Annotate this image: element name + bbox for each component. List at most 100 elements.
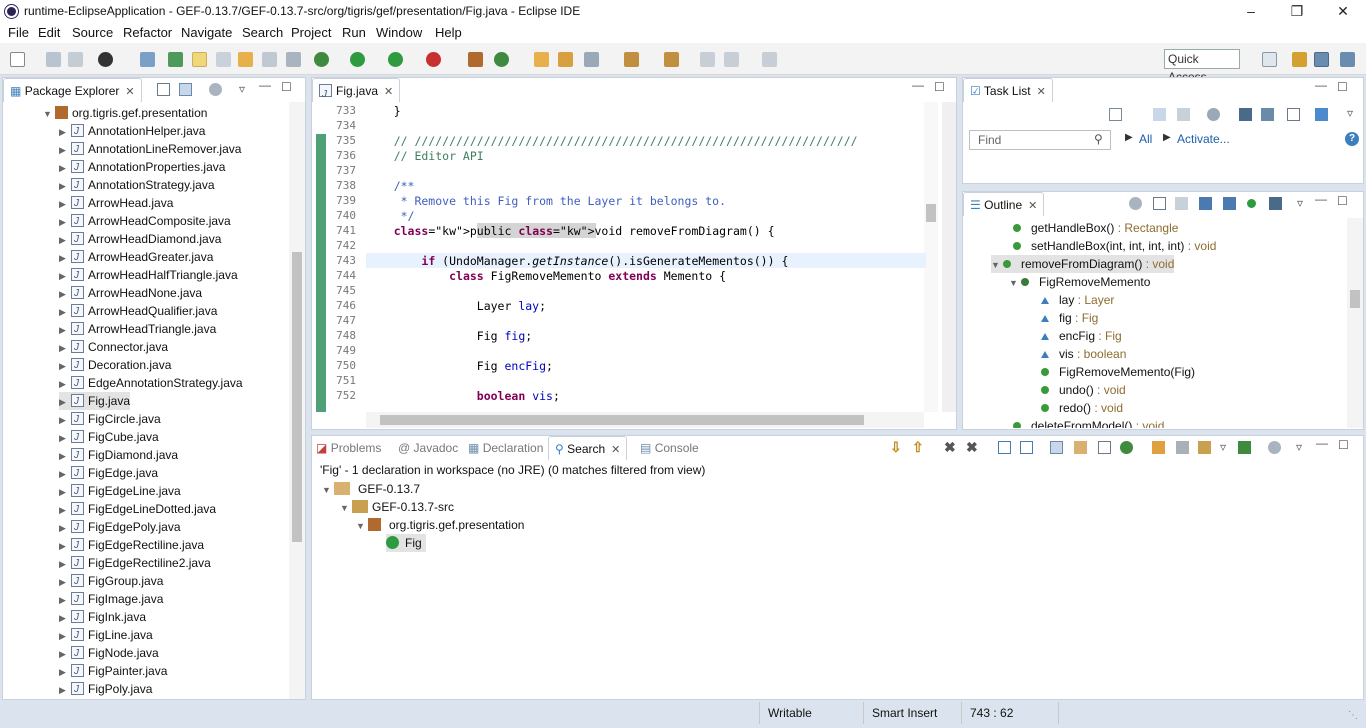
tab-fig-java[interactable]: Fig.java✕ xyxy=(312,78,401,107)
word-wrap-icon[interactable] xyxy=(238,52,253,67)
vertical-scrollbar[interactable] xyxy=(924,102,938,412)
menu-refactor[interactable]: Refactor xyxy=(123,25,172,40)
open-type-icon[interactable] xyxy=(534,52,549,67)
file-item[interactable]: ▶FigImage.java xyxy=(59,590,163,609)
outline-item[interactable]: fig : Fig xyxy=(1041,309,1098,327)
file-item[interactable]: ▶Connector.java xyxy=(59,338,168,357)
scrollbar-thumb[interactable] xyxy=(380,415,864,425)
tab-outline[interactable]: ☰ Outline ✕ xyxy=(963,192,1045,216)
maximize-view-icon[interactable]: ☐ xyxy=(281,80,292,94)
chevron-down-icon[interactable]: ▿ xyxy=(1220,440,1226,454)
search-result-class[interactable]: Fig xyxy=(386,534,426,552)
mark-occurrences-icon[interactable] xyxy=(192,52,207,67)
view-menu-icon[interactable]: ▿ xyxy=(1297,196,1303,210)
show-as-tree-icon[interactable] xyxy=(1050,441,1063,454)
outline-item[interactable]: ▼ FigRemoveMemento xyxy=(1009,273,1150,291)
minimize-view-icon[interactable]: — xyxy=(1315,78,1327,92)
view-menu-icon[interactable]: ▿ xyxy=(1347,106,1353,120)
minimize-view-icon[interactable]: — xyxy=(1316,436,1328,450)
pin-icon[interactable] xyxy=(1238,441,1251,454)
new-class-icon[interactable] xyxy=(494,52,509,67)
outline-item[interactable]: redo() : void xyxy=(1041,399,1123,417)
vertical-scrollbar[interactable] xyxy=(1347,218,1363,428)
tab-package-explorer[interactable]: ▦ Package Explorer ✕ xyxy=(3,78,142,102)
file-item[interactable]: ▶ArrowHeadHalfTriangle.java xyxy=(59,266,238,285)
tab-task-list[interactable]: ☑ Task List ✕ xyxy=(963,78,1053,102)
menu-source[interactable]: Source xyxy=(72,25,113,40)
file-item[interactable]: ▶FigEdgeRectiline.java xyxy=(59,536,204,555)
help-icon[interactable]: ? xyxy=(1345,132,1359,146)
outline-item[interactable]: encFig : Fig xyxy=(1041,327,1122,345)
group-by-type-icon[interactable] xyxy=(1120,441,1133,454)
find-input[interactable]: Find ⚲ xyxy=(969,130,1111,150)
filter-icon[interactable] xyxy=(209,83,222,96)
maximize-view-icon[interactable]: ☐ xyxy=(934,80,945,94)
focus-icon[interactable] xyxy=(1129,197,1142,210)
file-item[interactable]: ▶FigEdgePoly.java xyxy=(59,518,181,537)
file-item[interactable]: ▶FigEdgeLineDotted.java xyxy=(59,500,216,519)
debug-perspective-icon[interactable] xyxy=(1314,52,1329,67)
file-item[interactable]: ▶ArrowHeadTriangle.java xyxy=(59,320,216,339)
link-editor-icon[interactable] xyxy=(179,83,192,96)
last-edit-icon[interactable] xyxy=(700,52,715,67)
expand-all-icon[interactable] xyxy=(998,441,1011,454)
git-perspective-icon[interactable] xyxy=(1340,52,1355,67)
file-item[interactable]: ▶ArrowHeadQualifier.java xyxy=(59,302,217,321)
menu-navigate[interactable]: Navigate xyxy=(181,25,232,40)
sync-icon[interactable] xyxy=(1315,108,1328,121)
outline-item[interactable]: FigRemoveMemento(Fig) xyxy=(1041,363,1195,381)
tab-console[interactable]: ▤ Console xyxy=(640,436,699,460)
cancel-search-icon[interactable] xyxy=(1176,441,1189,454)
java-perspective-icon[interactable] xyxy=(1292,52,1307,67)
close-button[interactable]: ✕ xyxy=(1320,0,1366,22)
categorized-icon[interactable] xyxy=(1153,108,1166,121)
new-icon[interactable] xyxy=(10,52,25,67)
file-item[interactable]: ▶FigNode.java xyxy=(59,644,159,663)
forward-icon[interactable] xyxy=(762,52,777,67)
maximize-view-icon[interactable]: ☐ xyxy=(1337,80,1348,94)
outline-item[interactable]: undo() : void xyxy=(1041,381,1126,399)
all-link[interactable]: All xyxy=(1139,132,1152,146)
menu-run[interactable]: Run xyxy=(342,25,366,40)
new-java-package-icon[interactable] xyxy=(468,52,483,67)
pilcrow-icon[interactable] xyxy=(286,52,301,67)
file-item[interactable]: ▶Fig.java xyxy=(59,392,131,411)
hide-fields-icon[interactable] xyxy=(1199,197,1212,210)
horizontal-scrollbar[interactable] xyxy=(366,412,924,428)
scrollbar-thumb[interactable] xyxy=(292,252,302,542)
restore-button[interactable]: ❐ xyxy=(1274,0,1320,22)
collapse-all-icon[interactable] xyxy=(1153,197,1166,210)
scheduled-icon[interactable] xyxy=(1177,108,1190,121)
minimize-view-icon[interactable]: — xyxy=(912,78,924,92)
tab-javadoc[interactable]: @ Javadoc xyxy=(398,436,458,460)
outline-item[interactable]: ▼ removeFromDiagram() : void xyxy=(991,255,1175,273)
minimize-view-icon[interactable]: — xyxy=(259,78,271,92)
file-item[interactable]: ▶FigInk.java xyxy=(59,608,146,627)
outline-item[interactable]: lay : Layer xyxy=(1041,291,1114,309)
focus-icon[interactable] xyxy=(1207,108,1220,121)
group-by-file-icon[interactable] xyxy=(1098,441,1111,454)
file-item[interactable]: ▶AnnotationHelper.java xyxy=(59,122,205,141)
close-icon[interactable]: ✕ xyxy=(1037,86,1046,98)
scrollbar-thumb[interactable] xyxy=(1350,290,1360,308)
group-by-package-icon[interactable] xyxy=(1074,441,1087,454)
view-menu-icon[interactable]: ▿ xyxy=(1296,440,1302,454)
remove-all-icon[interactable]: ✖ xyxy=(966,440,979,454)
profile-icon[interactable] xyxy=(98,52,113,67)
file-item[interactable]: ▶ArrowHeadNone.java xyxy=(59,284,202,303)
quick-access-field[interactable]: Quick Access xyxy=(1164,49,1240,84)
view-menu-icon[interactable]: ▿ xyxy=(239,82,245,96)
file-item[interactable]: ▶EdgeAnnotationStrategy.java xyxy=(59,374,243,393)
minimize-view-icon[interactable]: — xyxy=(1315,192,1327,206)
menu-search[interactable]: Search xyxy=(242,25,283,40)
history-icon[interactable] xyxy=(1198,441,1211,454)
search-result-project[interactable]: ▼ GEF-0.13.7 xyxy=(322,480,420,498)
file-item[interactable]: ▶FigPainter.java xyxy=(59,662,167,681)
debug-icon[interactable] xyxy=(314,52,329,67)
show-whitespace-icon[interactable] xyxy=(262,52,277,67)
sort-icon[interactable] xyxy=(1175,197,1188,210)
outline-item[interactable]: setHandleBox(int, int, int, int) : void xyxy=(1013,237,1216,255)
external-tools-icon[interactable] xyxy=(426,52,441,67)
tab-search[interactable]: ⚲ Search ✕ xyxy=(548,436,628,460)
file-item[interactable]: ▶FigCube.java xyxy=(59,428,159,447)
